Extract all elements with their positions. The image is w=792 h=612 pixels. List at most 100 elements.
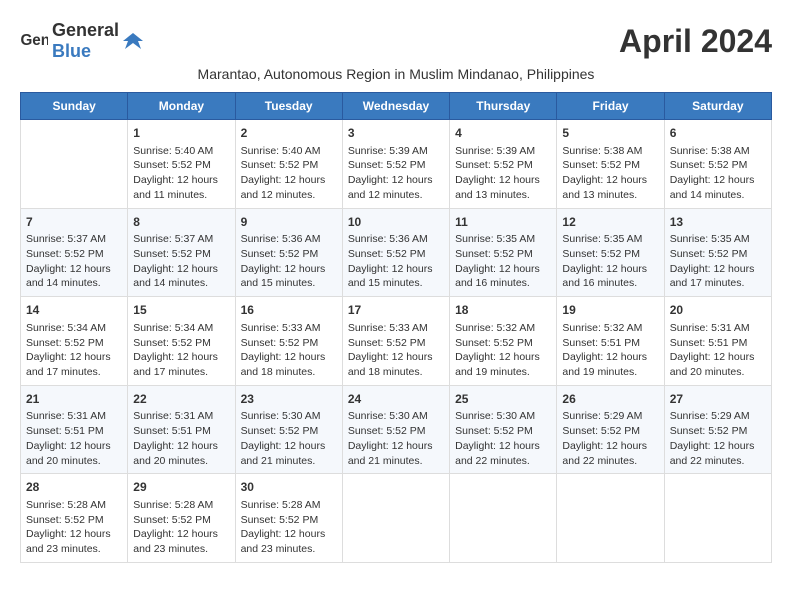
- day-info: Sunset: 5:52 PM: [241, 513, 337, 528]
- calendar-cell: 29Sunrise: 5:28 AMSunset: 5:52 PMDayligh…: [128, 474, 235, 563]
- day-number: 9: [241, 214, 337, 231]
- day-info: Daylight: 12 hours: [562, 262, 658, 277]
- day-info: Sunset: 5:52 PM: [241, 336, 337, 351]
- day-info: Daylight: 12 hours: [670, 173, 766, 188]
- calendar-week-row: 1Sunrise: 5:40 AMSunset: 5:52 PMDaylight…: [21, 120, 772, 209]
- day-number: 18: [455, 302, 551, 319]
- day-info: and 23 minutes.: [133, 542, 229, 557]
- calendar-cell: 14Sunrise: 5:34 AMSunset: 5:52 PMDayligh…: [21, 297, 128, 386]
- calendar-cell: 18Sunrise: 5:32 AMSunset: 5:52 PMDayligh…: [450, 297, 557, 386]
- day-info: and 11 minutes.: [133, 188, 229, 203]
- day-info: Sunset: 5:52 PM: [455, 247, 551, 262]
- day-info: Sunset: 5:52 PM: [26, 336, 122, 351]
- calendar-cell: 21Sunrise: 5:31 AMSunset: 5:51 PMDayligh…: [21, 385, 128, 474]
- calendar-cell: [342, 474, 449, 563]
- day-info: Sunrise: 5:34 AM: [26, 321, 122, 336]
- day-info: Sunrise: 5:32 AM: [562, 321, 658, 336]
- day-info: Sunset: 5:52 PM: [455, 158, 551, 173]
- calendar-cell: [664, 474, 771, 563]
- day-info: Daylight: 12 hours: [455, 439, 551, 454]
- day-info: Daylight: 12 hours: [562, 350, 658, 365]
- day-info: Sunset: 5:52 PM: [133, 158, 229, 173]
- day-info: Sunrise: 5:28 AM: [26, 498, 122, 513]
- day-info: Daylight: 12 hours: [26, 262, 122, 277]
- day-info: and 21 minutes.: [348, 454, 444, 469]
- day-info: Sunrise: 5:33 AM: [348, 321, 444, 336]
- day-info: and 22 minutes.: [670, 454, 766, 469]
- calendar-cell: 22Sunrise: 5:31 AMSunset: 5:51 PMDayligh…: [128, 385, 235, 474]
- day-info: Sunset: 5:52 PM: [348, 158, 444, 173]
- day-info: Sunset: 5:52 PM: [241, 424, 337, 439]
- day-number: 5: [562, 125, 658, 142]
- day-info: Sunset: 5:52 PM: [241, 247, 337, 262]
- calendar-cell: 12Sunrise: 5:35 AMSunset: 5:52 PMDayligh…: [557, 208, 664, 297]
- calendar-cell: 16Sunrise: 5:33 AMSunset: 5:52 PMDayligh…: [235, 297, 342, 386]
- header-wednesday: Wednesday: [342, 93, 449, 120]
- day-info: and 22 minutes.: [455, 454, 551, 469]
- calendar-table: SundayMondayTuesdayWednesdayThursdayFrid…: [20, 92, 772, 563]
- calendar-week-row: 21Sunrise: 5:31 AMSunset: 5:51 PMDayligh…: [21, 385, 772, 474]
- calendar-cell: 19Sunrise: 5:32 AMSunset: 5:51 PMDayligh…: [557, 297, 664, 386]
- day-info: and 20 minutes.: [670, 365, 766, 380]
- calendar-cell: 9Sunrise: 5:36 AMSunset: 5:52 PMDaylight…: [235, 208, 342, 297]
- day-info: Daylight: 12 hours: [348, 439, 444, 454]
- day-info: Sunset: 5:52 PM: [670, 424, 766, 439]
- day-number: 24: [348, 391, 444, 408]
- day-info: Sunset: 5:52 PM: [562, 247, 658, 262]
- day-info: Daylight: 12 hours: [562, 439, 658, 454]
- day-info: Sunrise: 5:36 AM: [348, 232, 444, 247]
- day-info: Daylight: 12 hours: [455, 262, 551, 277]
- day-number: 26: [562, 391, 658, 408]
- day-info: Sunrise: 5:31 AM: [670, 321, 766, 336]
- calendar-cell: 6Sunrise: 5:38 AMSunset: 5:52 PMDaylight…: [664, 120, 771, 209]
- header-monday: Monday: [128, 93, 235, 120]
- day-number: 4: [455, 125, 551, 142]
- header-thursday: Thursday: [450, 93, 557, 120]
- day-info: Sunset: 5:51 PM: [26, 424, 122, 439]
- day-number: 2: [241, 125, 337, 142]
- day-info: and 22 minutes.: [562, 454, 658, 469]
- day-info: Daylight: 12 hours: [348, 173, 444, 188]
- page-header: General General Blue April 2024: [20, 20, 772, 62]
- calendar-cell: 8Sunrise: 5:37 AMSunset: 5:52 PMDaylight…: [128, 208, 235, 297]
- day-info: and 13 minutes.: [455, 188, 551, 203]
- day-info: Daylight: 12 hours: [241, 527, 337, 542]
- day-info: and 14 minutes.: [26, 276, 122, 291]
- header-saturday: Saturday: [664, 93, 771, 120]
- day-number: 6: [670, 125, 766, 142]
- day-info: and 23 minutes.: [26, 542, 122, 557]
- day-info: and 20 minutes.: [133, 454, 229, 469]
- day-number: 28: [26, 479, 122, 496]
- calendar-cell: 27Sunrise: 5:29 AMSunset: 5:52 PMDayligh…: [664, 385, 771, 474]
- day-info: Daylight: 12 hours: [241, 350, 337, 365]
- day-info: Sunrise: 5:36 AM: [241, 232, 337, 247]
- day-info: Daylight: 12 hours: [133, 439, 229, 454]
- header-friday: Friday: [557, 93, 664, 120]
- day-number: 22: [133, 391, 229, 408]
- day-info: Sunset: 5:52 PM: [562, 424, 658, 439]
- day-info: and 18 minutes.: [348, 365, 444, 380]
- calendar-cell: 28 Sunrise: 5:28 AMSunset: 5:52 PMDayligh…: [21, 474, 128, 563]
- day-info: Daylight: 12 hours: [348, 350, 444, 365]
- day-info: Sunset: 5:52 PM: [26, 247, 122, 262]
- day-number: 10: [348, 214, 444, 231]
- day-info: and 16 minutes.: [455, 276, 551, 291]
- day-info: Daylight: 12 hours: [133, 350, 229, 365]
- day-info: Daylight: 12 hours: [348, 262, 444, 277]
- day-info: Sunset: 5:52 PM: [26, 513, 122, 528]
- logo: General General Blue: [20, 20, 143, 62]
- day-number: 17: [348, 302, 444, 319]
- calendar-cell: 3Sunrise: 5:39 AMSunset: 5:52 PMDaylight…: [342, 120, 449, 209]
- day-info: Sunrise: 5:37 AM: [26, 232, 122, 247]
- day-info: Daylight: 12 hours: [241, 439, 337, 454]
- calendar-cell: 25Sunrise: 5:30 AMSunset: 5:52 PMDayligh…: [450, 385, 557, 474]
- day-info: Sunrise: 5:38 AM: [562, 144, 658, 159]
- day-info: Sunset: 5:52 PM: [133, 336, 229, 351]
- day-info: and 14 minutes.: [670, 188, 766, 203]
- day-info: and 15 minutes.: [348, 276, 444, 291]
- day-info: Daylight: 12 hours: [26, 527, 122, 542]
- day-info: and 19 minutes.: [455, 365, 551, 380]
- day-info: Sunset: 5:52 PM: [241, 158, 337, 173]
- calendar-cell: [450, 474, 557, 563]
- day-number: 8: [133, 214, 229, 231]
